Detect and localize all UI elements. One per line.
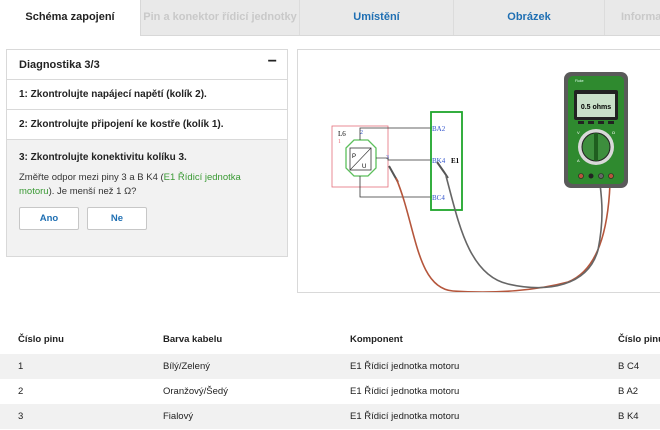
jack [588,173,594,179]
cell-pin-2: B C4 [618,361,640,372]
cell-pin-2: B K4 [618,411,639,422]
sensor-p-label: P [352,154,356,160]
meter-button [598,121,604,124]
sensor-pin-1: 1 [338,139,341,145]
wiring-diagram: L6 1 2 3 P U BA2 BK4 BC4 E1 Fluke 0.5 oh… [297,49,660,293]
diagnostics-title: Diagnostika 3/3 [19,59,100,71]
multimeter-brand: Fluke [575,79,584,83]
tab-location[interactable]: Umístění [300,0,453,35]
diagnostic-step-3-description: Změřte odpor mezi piny 3 a B K4 (E1 Řídi… [19,171,274,199]
meter-button [588,121,594,124]
cell-component: E1 Řídicí jednotka motoru [350,386,460,397]
table-row: 1 Bílý/Zelený E1 Řídicí jednotka motoru … [0,354,660,379]
diagnostic-step-3: 3: Zkontrolujte konektivitu kolíku 3. Zm… [7,140,287,256]
sensor-pin-2: 2 [360,130,363,136]
tab-image[interactable]: Obrázek [454,0,604,35]
tab-wiring-diagram[interactable]: Schéma zapojení [0,0,141,36]
jack-ma [578,173,584,179]
description-text: Změřte odpor mezi piny 3 a B K4 ( [19,172,164,183]
cell-component: E1 Řídicí jednotka motoru [350,411,460,422]
yes-button[interactable]: Ano [19,207,79,230]
ecu-pin-bc4: BC4 [432,194,445,202]
table-row: 3 Fialový E1 Řídicí jednotka motoru B K4 [0,404,660,429]
meter-reading: 0.5 ohms [581,104,611,111]
wire-pin3 [387,158,432,161]
tab-ecu-pin-connector: Pin a konektor řídicí jednotky [143,11,297,23]
cell-color: Bílý/Zelený [163,361,210,372]
diagnostics-header: Diagnostika 3/3 − [7,50,287,80]
cell-pin: 2 [18,386,24,397]
diagnostic-step-3-label: 3: Zkontrolujte konektivitu kolíku 3. [19,152,187,163]
header-pin-number-2: Číslo pinu [618,334,660,345]
diagnostic-step-2-label: 2: Zkontrolujte připojení ke kostře (kol… [19,119,224,130]
dial-mark: A [577,158,580,163]
cell-pin: 3 [18,411,24,422]
wire-pin2 [359,127,432,140]
table-row: 2 Oranžový/Šedý E1 Řídicí jednotka motor… [0,379,660,404]
no-button[interactable]: Ne [87,207,147,230]
cell-component: E1 Řídicí jednotka motoru [350,361,460,372]
cell-color: Oranžový/Šedý [163,386,228,397]
table-header: Číslo pinu Barva kabelu Komponent Číslo … [0,326,660,354]
cell-pin: 1 [18,361,24,372]
diagnostic-step-1-label: 1: Zkontrolujte napájecí napětí (kolík 2… [19,89,207,100]
wiring-diagram-svg: L6 1 2 3 P U BA2 BK4 BC4 E1 Fluke 0.5 oh… [331,72,628,293]
ecu-pin-ba2: BA2 [432,125,446,133]
dial-pointer [594,133,598,161]
meter-button [608,121,614,124]
cell-color: Fialový [163,411,194,422]
meter-button [578,121,584,124]
black-test-lead [445,175,603,289]
header-component: Komponent [350,334,403,345]
multimeter: Fluke 0.5 ohms V Ω A [564,72,628,188]
dial-mark: V [577,130,580,135]
tab-bar: Schéma zapojení Pin a konektor řídicí je… [0,0,660,36]
pin-table: Číslo pinu Barva kabelu Komponent Číslo … [0,326,660,429]
sensor-label: L6 [338,130,346,138]
jack-com [598,173,604,179]
cell-pin-2: B A2 [618,386,639,397]
collapse-icon[interactable]: − [268,53,277,71]
diagnostics-panel: Diagnostika 3/3 − 1: Zkontrolujte napáje… [6,49,288,257]
header-pin-number: Číslo pinu [18,334,64,345]
red-test-lead [395,177,611,293]
tab-information[interactable]: Informa [605,0,660,35]
ecu-label: E1 [451,157,460,165]
description-text-end: ). Je menší než 1 Ω? [48,186,137,197]
diagnostic-step-1[interactable]: 1: Zkontrolujte napájecí napětí (kolík 2… [7,80,287,110]
dial-mark: Ω [612,130,615,135]
sensor-u-label: U [362,164,366,170]
header-wire-color: Barva kabelu [163,334,223,345]
diagnostic-step-2[interactable]: 2: Zkontrolujte připojení ke kostře (kol… [7,110,287,140]
jack-v-ohm [608,173,614,179]
